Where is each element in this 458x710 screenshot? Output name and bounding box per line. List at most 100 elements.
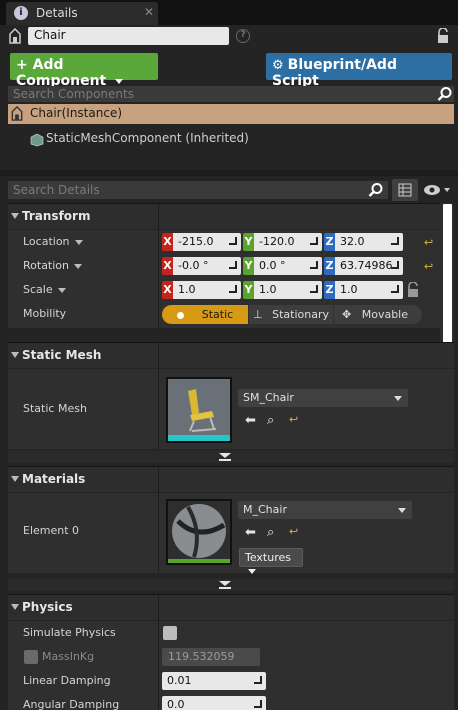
- search-icon[interactable]: [437, 86, 453, 102]
- static-mesh-thumbnail[interactable]: [166, 377, 232, 443]
- mass-label: MassInKg: [42, 650, 95, 663]
- textures-dropdown-button[interactable]: Textures: [239, 548, 303, 574]
- drag-handle-icon: [391, 237, 399, 245]
- axis-z-label: Z: [324, 257, 335, 275]
- axis-z-label: Z: [324, 281, 335, 299]
- location-z-field[interactable]: 32.0: [335, 233, 403, 251]
- angular-damping-label: Angular Damping: [23, 698, 120, 710]
- chair-thumbnail-image: [168, 379, 230, 441]
- blueprint-add-script-button[interactable]: ⚙ Blueprint/Add Script: [266, 53, 452, 89]
- scale-label-dropdown[interactable]: Scale: [23, 283, 66, 296]
- drag-handle-icon: [229, 261, 237, 269]
- rotation-x-field[interactable]: -0.0 °: [173, 257, 241, 275]
- mobility-movable-option[interactable]: ✥ Movable: [334, 305, 422, 324]
- property-matrix-button[interactable]: [392, 179, 418, 201]
- angular-damping-field[interactable]: 0.0: [162, 696, 266, 710]
- component-search-input[interactable]: Search Components: [8, 86, 454, 102]
- browse-search-icon[interactable]: ⌕: [267, 413, 274, 428]
- actor-name-input[interactable]: Chair: [28, 27, 229, 45]
- advanced-expander[interactable]: [8, 451, 454, 463]
- material-sphere-image: [168, 501, 230, 563]
- axis-x-label: X: [162, 233, 173, 251]
- linear-damping-label: Linear Damping: [23, 674, 111, 687]
- mass-override-checkbox[interactable]: [24, 650, 38, 664]
- mass-field[interactable]: 119.532059: [162, 648, 260, 666]
- browse-search-icon[interactable]: ⌕: [267, 525, 274, 540]
- advanced-expander[interactable]: [8, 579, 454, 591]
- component-instance-row[interactable]: Chair(Instance): [8, 104, 454, 124]
- category-static-mesh[interactable]: Static Mesh: [8, 342, 454, 369]
- tab-details[interactable]: i Details ✕: [6, 2, 158, 25]
- reset-to-default-icon[interactable]: ↩: [424, 260, 433, 273]
- splitter[interactable]: [0, 170, 458, 176]
- chevron-down-icon: [394, 396, 402, 401]
- property-row-static-mesh: Static Mesh SM_Chair ⬅ ⌕ ↩: [8, 369, 454, 449]
- axis-z-label: Z: [324, 233, 335, 251]
- scale-z-field[interactable]: 1.0: [335, 281, 403, 299]
- details-icon: i: [14, 6, 28, 20]
- drag-handle-icon: [391, 261, 399, 269]
- material-thumbnail[interactable]: [166, 499, 232, 565]
- gear-icon: ⚙: [272, 58, 284, 73]
- category-transform[interactable]: Transform: [8, 203, 454, 230]
- static-mesh-asset-dropdown[interactable]: SM_Chair: [238, 389, 408, 407]
- scrollbar-thumb[interactable]: [443, 204, 452, 348]
- add-component-button[interactable]: + Add Component: [10, 53, 158, 89]
- location-y-field[interactable]: -120.0: [254, 233, 322, 251]
- simulate-physics-checkbox[interactable]: [163, 626, 177, 640]
- use-selected-arrow-icon[interactable]: ⬅: [245, 525, 256, 540]
- reset-to-default-icon[interactable]: ↩: [289, 413, 298, 426]
- reset-to-default-icon[interactable]: ↩: [424, 236, 433, 249]
- location-x-field[interactable]: -215.0: [173, 233, 241, 251]
- reset-to-default-icon[interactable]: ↩: [289, 525, 298, 538]
- actor-icon: [9, 28, 21, 44]
- details-search-input[interactable]: Search Details: [8, 181, 388, 199]
- mobility-stationary-option[interactable]: ⊥ Stationary: [249, 305, 333, 324]
- close-icon[interactable]: ✕: [144, 5, 154, 19]
- tree-item-static-mesh-component[interactable]: StaticMeshComponent (Inherited): [28, 131, 249, 145]
- element-0-label: Element 0: [23, 524, 80, 537]
- linear-damping-field[interactable]: 0.01: [162, 672, 266, 690]
- stationary-icon: ⊥: [253, 308, 263, 321]
- rotation-y-field[interactable]: 0.0 °: [254, 257, 322, 275]
- drag-handle-icon: [310, 261, 318, 269]
- chevron-down-icon: [115, 78, 124, 84]
- static-mesh-label: Static Mesh: [23, 402, 87, 415]
- category-title: Transform: [22, 209, 91, 223]
- move-icon: ✥: [342, 308, 352, 321]
- axis-y-label: Y: [243, 257, 254, 275]
- search-icon[interactable]: [368, 182, 384, 198]
- collapse-icon: [11, 604, 19, 610]
- chevron-down-icon: [74, 263, 83, 269]
- radio-dot-icon: [176, 311, 184, 319]
- property-row-linear-damping: Linear Damping 0.01: [8, 669, 454, 693]
- property-row-location: Location X -215.0 Y -120.0 Z 32.0 ↩: [8, 230, 454, 254]
- category-materials[interactable]: Materials: [8, 466, 454, 493]
- category-physics[interactable]: Physics: [8, 594, 454, 621]
- drag-handle-icon: [229, 285, 237, 293]
- lock-ratio-icon[interactable]: [406, 282, 420, 298]
- property-row-element-0: Element 0 M_Chair ⬅ ⌕ ↩ Textures: [8, 493, 454, 574]
- collapse-icon: [11, 213, 19, 219]
- location-label-dropdown[interactable]: Location: [23, 235, 83, 248]
- use-selected-arrow-icon[interactable]: ⬅: [245, 413, 256, 428]
- category-title: Physics: [22, 600, 73, 614]
- mobility-label: Mobility: [23, 307, 67, 320]
- eye-icon[interactable]: [422, 183, 452, 197]
- actor-icon: [11, 106, 23, 121]
- lock-icon[interactable]: [436, 28, 450, 44]
- rotation-label-dropdown[interactable]: Rotation: [23, 259, 83, 272]
- drag-handle-icon: [310, 237, 318, 245]
- scale-y-field[interactable]: 1.0: [254, 281, 322, 299]
- drag-handle-icon: [254, 700, 262, 708]
- help-icon[interactable]: ?: [236, 29, 250, 43]
- property-row-scale: Scale X 1.0 Y 1.0 Z 1.0: [8, 278, 454, 302]
- collapse-icon: [11, 352, 19, 358]
- scale-x-field[interactable]: 1.0: [173, 281, 241, 299]
- rotation-z-field[interactable]: 63.74986: [335, 257, 403, 275]
- property-row-mobility: Mobility Static ⊥ Stationary ✥ Movable: [8, 302, 454, 328]
- drag-handle-icon: [254, 676, 262, 684]
- axis-y-label: Y: [243, 233, 254, 251]
- material-asset-dropdown[interactable]: M_Chair: [238, 501, 412, 519]
- mobility-static-option[interactable]: Static: [162, 305, 248, 324]
